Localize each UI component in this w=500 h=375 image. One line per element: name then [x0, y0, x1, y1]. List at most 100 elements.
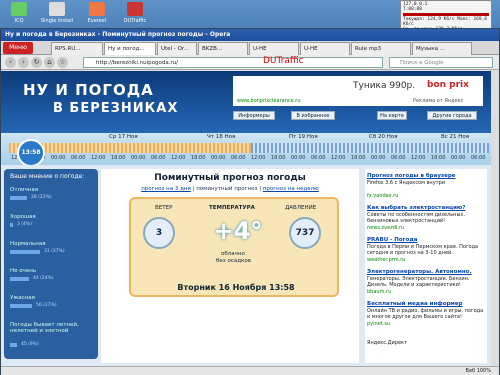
icq-icon — [11, 2, 27, 16]
ad-text: Советы по особенностям дизельных, бензин… — [367, 212, 465, 224]
hour-label: 12:00 — [331, 155, 346, 161]
pressure-dial: 737 — [289, 217, 321, 249]
content-area: Ваше мнение о погоде: Отличная 28 (21%) Хо… — [1, 165, 491, 366]
dutraffic-line: T:00:00 — [403, 7, 422, 12]
poll-percent: 3 (4%) — [17, 222, 32, 227]
hour-label: 00:00 — [131, 155, 146, 161]
temperature-value: +4° — [213, 217, 263, 245]
pressure-label: ДАВЛЕНИЕ — [285, 205, 317, 211]
banner-ad[interactable]: Туника 990р. bon prix www.bonprixclearan… — [233, 76, 483, 106]
poll-bar — [10, 196, 27, 200]
ad-title[interactable]: PRABU - Погода — [367, 237, 417, 243]
ad-title[interactable]: Как выбрать электростанцию? — [367, 205, 465, 211]
site-logo-line2[interactable]: В БЕРЕЗНИКАХ — [53, 101, 178, 116]
nav-informers[interactable]: Информеры — [233, 111, 275, 120]
opera-menu-button[interactable]: Меню — [3, 42, 33, 54]
hour-label: 12:00 — [411, 155, 426, 161]
day-label: Пт 19 Ноя — [289, 134, 318, 140]
search-input[interactable]: Поиск в Google — [389, 57, 493, 68]
zoom-level[interactable]: Веб 100% — [466, 367, 499, 375]
hour-label: 00:00 — [451, 155, 466, 161]
forward-icon[interactable]: › — [18, 57, 29, 68]
poll-option[interactable]: Хорошая — [10, 214, 94, 220]
desktop-icon-single-install[interactable]: Single Install — [40, 2, 74, 24]
tab-active[interactable]: Ну и погод... — [104, 42, 156, 55]
browser-window: Ну и погода в Березниках - Поминутный пр… — [0, 28, 500, 375]
ad-title[interactable]: Электрогенераторы. Автономно. — [367, 269, 472, 275]
dutraffic-annotation: DUTraffic — [263, 56, 304, 66]
ad-note: Реклама от Яндекс — [413, 98, 464, 104]
poll-percent: 45 (9%) — [21, 342, 39, 347]
hour-label: 00:00 — [211, 155, 226, 161]
poll-title: Ваше мнение о погоде: — [10, 173, 85, 180]
hour-label: 06:00 — [391, 155, 406, 161]
ad-text: Погода в Перми и Пермском крае. Погода с… — [367, 244, 479, 256]
poll-option[interactable]: Отличная — [10, 187, 94, 193]
web-page: НУ И ПОГОДА В БЕРЕЗНИКАХ Туника 990р. bo… — [1, 71, 491, 366]
ad-url[interactable]: news.zvezdi.ru — [367, 225, 404, 231]
nav-map[interactable]: На карте — [377, 111, 407, 120]
hour-label: 18:00 — [351, 155, 366, 161]
site-logo-line1[interactable]: НУ И ПОГОДА — [23, 81, 154, 99]
hour-label: 18:00 — [191, 155, 206, 161]
current-weather-card: ВЕТЕР 3 ТЕМПЕРАТУРА +4° облачно без осад… — [129, 197, 339, 297]
hour-label: 12:00 — [171, 155, 186, 161]
back-icon[interactable]: ‹ — [5, 57, 16, 68]
hour-label: 12:00 — [251, 155, 266, 161]
window-title: Ну и погода в Березниках - Поминутный пр… — [5, 31, 231, 38]
poll-option[interactable]: Погоды бывает летней, нелетней и элетной — [10, 322, 94, 334]
hour-label: 00:00 — [51, 155, 66, 161]
link-week[interactable]: прогноз на неделю — [263, 186, 319, 192]
ad-url[interactable]: weather.prm.ru — [367, 257, 405, 263]
poll-bar — [10, 223, 13, 227]
nav-favorites[interactable]: В избранное — [291, 111, 335, 120]
weather-poll: Ваше мнение о погоде: Отличная 28 (21%) Хо… — [4, 169, 98, 359]
poll-option[interactable]: Не очень — [10, 268, 94, 274]
site-header: НУ И ПОГОДА В БЕРЕЗНИКАХ Туника 990р. bo… — [1, 71, 491, 133]
hour-label: 06:00 — [151, 155, 166, 161]
bookmark-icon[interactable]: ☆ — [57, 57, 68, 68]
timeline-days: Ср 17 Ноя Чт 18 Ноя Пт 19 Ноя Сб 20 Ноя … — [1, 134, 491, 142]
day-label: Вс 21 Ноя — [441, 134, 470, 140]
ad-title[interactable]: Бесплатный медиа информер — [367, 301, 463, 307]
ad-text: Яндекс.Директ — [367, 340, 407, 346]
forecast-heading: Поминутный прогноз погоды — [154, 173, 306, 183]
tab[interactable]: BKZВ... — [198, 42, 248, 55]
home-icon[interactable]: ⌂ — [44, 57, 55, 68]
poll-option[interactable]: Нормальная — [10, 241, 94, 247]
timeline-hours: 12:00 18:00 00:00 06:00 12:00 18:00 00:00 06:00… — [1, 155, 491, 163]
ad-url[interactable]: fx.yandex.ru — [367, 193, 398, 199]
desktop-icon-everest[interactable]: Everest — [80, 2, 114, 24]
forecast-links: прогноз на 3 дня | поминутный прогноз | … — [101, 186, 359, 192]
tab[interactable]: Utel - Or... — [157, 42, 197, 55]
ad-title[interactable]: Прогноз погоды в браузере — [367, 173, 456, 179]
desktop-icon-dutraffic[interactable]: DUTraffic — [118, 2, 152, 24]
ad-site: www.bonprixclearance.ru — [237, 98, 301, 104]
link-3-days[interactable]: прогноз на 3 дня — [141, 186, 191, 192]
tab[interactable]: RPS.RU... — [51, 42, 103, 55]
current-time-marker[interactable]: 13:58 — [17, 139, 45, 167]
ad-text: Онлайн ТВ и радио, фильмы и игры, погода… — [367, 308, 484, 320]
day-label: Чт 18 Ноя — [207, 134, 236, 140]
wind-label: ВЕТЕР — [155, 205, 173, 211]
link-separator: | — [259, 186, 262, 192]
nav-other-cities[interactable]: Другие города — [427, 111, 477, 120]
ads-sidebar: Прогноз погоды в браузере Firefox 3.6 с Я… — [365, 169, 487, 363]
ad-url[interactable]: pyinet.su — [367, 321, 390, 327]
hour-label: 18:00 — [431, 155, 446, 161]
forecast-timeline[interactable]: Ср 17 Ноя Чт 18 Ноя Пт 19 Ноя Сб 20 Ноя … — [1, 133, 491, 165]
tab[interactable]: U-HE — [300, 42, 350, 55]
desktop-icon-icq[interactable]: ICQ — [2, 2, 36, 24]
tab[interactable]: Музыка ... — [412, 42, 472, 55]
timeline-bar-night — [251, 143, 489, 153]
tab[interactable]: Rule mp3 — [351, 42, 411, 55]
hour-label: 00:00 — [291, 155, 306, 161]
reload-icon[interactable]: ↻ — [31, 57, 42, 68]
window-titlebar: Ну и погода в Березниках - Поминутный пр… — [1, 29, 499, 41]
tab[interactable]: U-HE — [249, 42, 299, 55]
ad-url[interactable]: bbaum.ru — [367, 289, 391, 295]
hour-label: 06:00 — [311, 155, 326, 161]
url-input[interactable]: http://berezniki.nuipogoda.ru/ — [83, 57, 383, 68]
ad-brand: bon prix — [427, 80, 469, 90]
poll-option[interactable]: Ужасная — [10, 295, 94, 301]
